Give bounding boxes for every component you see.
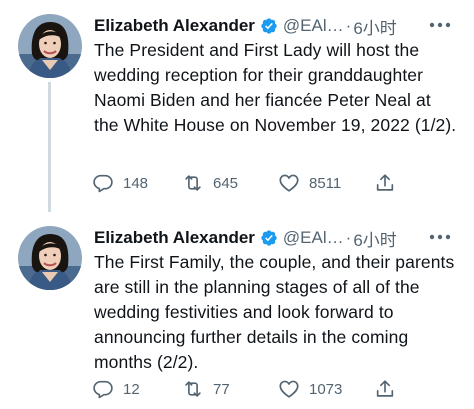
tweet-thread: Elizabeth Alexander @EAl… · 6小时 The Pres… (0, 0, 474, 409)
avatar[interactable] (18, 14, 82, 78)
like-button[interactable]: 1073 (278, 378, 374, 400)
reply-button[interactable]: 12 (92, 378, 182, 400)
share-icon (376, 174, 394, 191)
like-count: 8511 (309, 174, 342, 192)
tweet-header: Elizabeth Alexander @EAl… · 6小时 (94, 226, 397, 250)
thread-connector-line (48, 82, 51, 212)
verified-badge-icon (261, 18, 277, 34)
retweet-icon (185, 175, 201, 191)
retweet-count: 77 (213, 380, 230, 398)
tweet-timestamp[interactable]: 6小时 (353, 226, 396, 251)
author-handle[interactable]: @EAl… (283, 228, 344, 248)
retweet-button[interactable]: 77 (182, 378, 278, 400)
more-options-icon[interactable] (426, 16, 454, 34)
share-button[interactable] (374, 378, 396, 400)
tweet-actions: 148 645 8511 (92, 170, 396, 196)
author-display-name[interactable]: Elizabeth Alexander (94, 228, 255, 248)
tweet-header: Elizabeth Alexander @EAl… · 6小时 (94, 14, 397, 38)
tweet-timestamp[interactable]: 6小时 (353, 14, 396, 39)
tweet-text: The President and First Lady will host t… (94, 40, 457, 135)
avatar[interactable] (18, 226, 82, 290)
author-display-name[interactable]: Elizabeth Alexander (94, 16, 255, 36)
author-handle[interactable]: @EAl… (283, 16, 344, 36)
separator-dot: · (345, 228, 352, 247)
more-options-icon[interactable] (426, 228, 454, 246)
heart-icon (279, 174, 299, 192)
reply-count: 12 (123, 380, 140, 398)
verified-badge-icon (261, 230, 277, 246)
reply-icon (93, 174, 113, 193)
share-button[interactable] (374, 172, 396, 194)
tweet-text: The First Family, the couple, and their … (94, 252, 455, 372)
tweet-actions: 12 77 1073 (92, 376, 396, 402)
retweet-icon (185, 381, 201, 397)
retweet-button[interactable]: 645 (182, 172, 278, 194)
like-button[interactable]: 8511 (278, 172, 374, 194)
like-count: 1073 (309, 380, 343, 398)
reply-button[interactable]: 148 (92, 172, 182, 194)
heart-icon (279, 380, 299, 398)
separator-dot: · (345, 16, 352, 35)
retweet-count: 645 (213, 174, 239, 192)
reply-icon (93, 380, 113, 399)
reply-count: 148 (123, 174, 149, 192)
share-icon (376, 380, 394, 397)
